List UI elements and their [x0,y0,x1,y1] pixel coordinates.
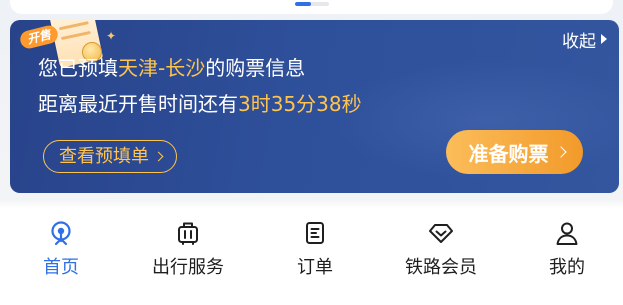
tab-home[interactable]: 首页 [6,218,116,290]
caret-right-icon [601,34,607,44]
countdown-text: 距离最近开售时间还有3时35分38秒 [38,92,362,116]
page-indicator [294,2,329,6]
presale-tag: 开售 [20,23,60,51]
tab-orders-label: 订单 [297,257,333,278]
tab-orders[interactable]: 订单 [260,218,370,290]
chevron-right-icon [153,151,164,162]
collapse-button[interactable]: 收起 [562,29,607,52]
home-icon [48,220,74,246]
tab-home-label: 首页 [43,257,79,278]
view-prefill-label: 查看预填单 [59,146,149,167]
route-from: 天津 [118,56,158,80]
tab-travel-services-label: 出行服务 [152,257,224,278]
prefill-info-text: 您已预填天津-长沙的购票信息 [38,56,306,80]
countdown-value: 3时35分38秒 [238,92,362,116]
top-card [10,0,613,14]
prepare-purchase-label: 准备购票 [468,141,549,166]
chevron-right-icon [554,146,567,158]
prepare-purchase-button[interactable]: 准备购票 [446,130,583,174]
luggage-icon [175,220,201,246]
page-indicator-active-dot [294,2,311,6]
screen: 开售 ✦ 收起 您已预填天津-长沙的购票信息 距离最近开售时间还有3时35分38… [0,0,623,305]
tab-mine[interactable]: 我的 [512,218,622,290]
collapse-label: 收起 [562,31,596,52]
tab-travel-services[interactable]: 出行服务 [133,218,243,290]
route-to: 长沙 [165,56,206,80]
diamond-icon [428,220,454,246]
sparkle-icon: ✦ [106,29,117,43]
tab-mine-label: 我的 [549,257,585,278]
tab-railway-member-label: 铁路会员 [405,257,477,278]
tab-railway-member[interactable]: 铁路会员 [386,218,496,290]
user-icon [554,220,580,246]
order-list-icon [302,220,328,246]
presale-reminder-banner: 开售 ✦ 收起 您已预填天津-长沙的购票信息 距离最近开售时间还有3时35分38… [10,20,619,193]
bottom-tab-bar: 首页 出行服务 订单 铁路会员 我的 [0,208,623,305]
view-prefill-button[interactable]: 查看预填单 [43,140,177,173]
